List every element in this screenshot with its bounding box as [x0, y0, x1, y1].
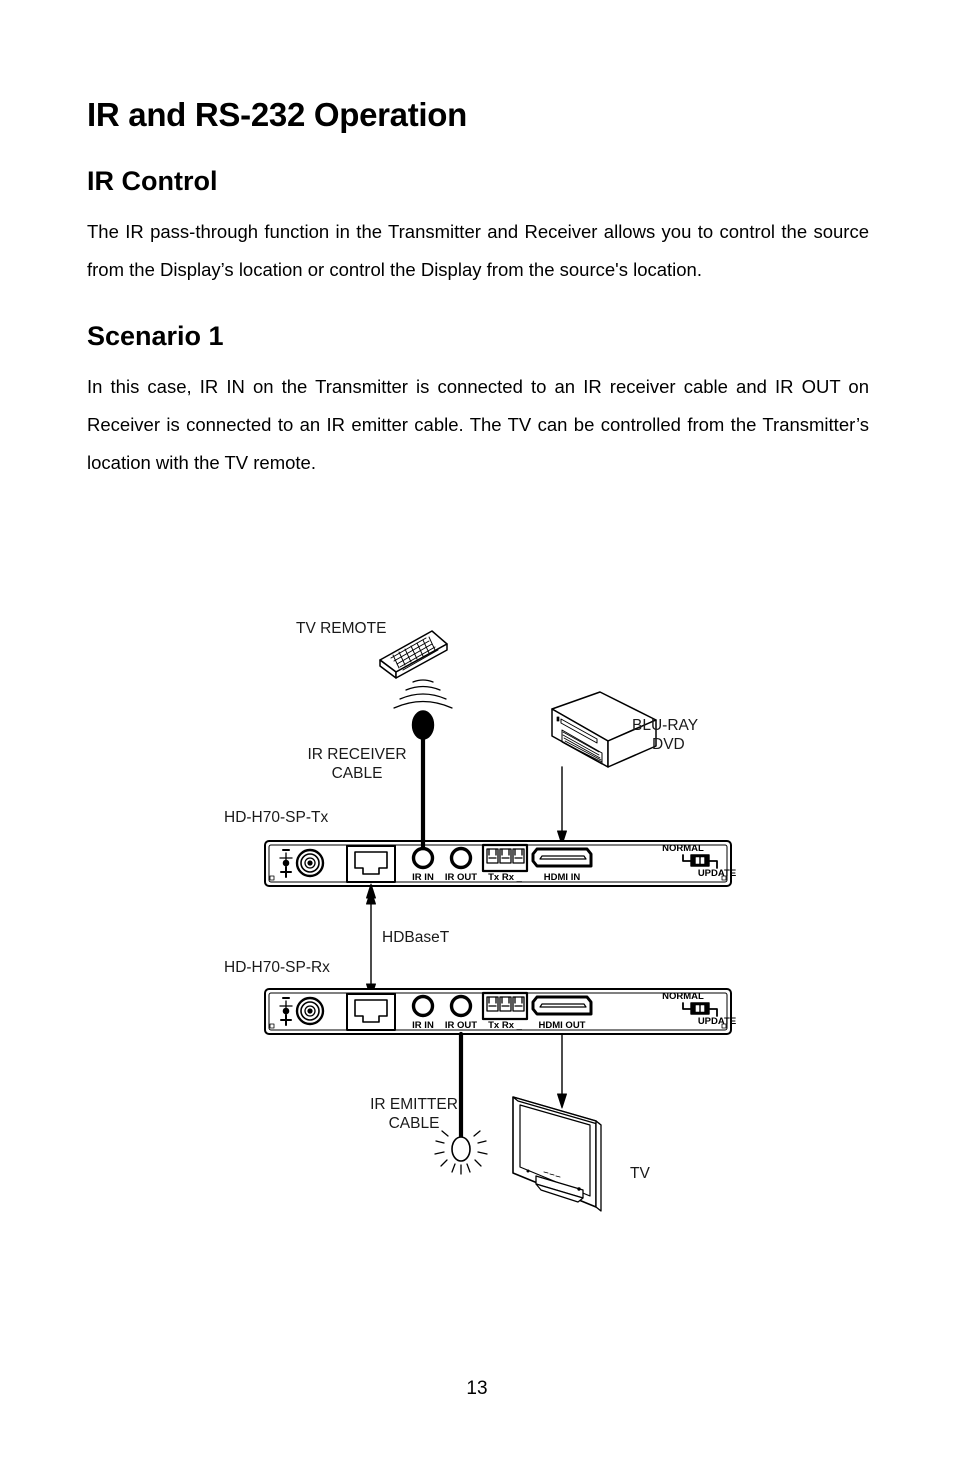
bluray-dvd-icon	[551, 691, 657, 846]
rx-switch-label-update: UPDATE	[698, 1016, 736, 1027]
rx-port-label-hdmi-out: HDMI OUT	[539, 1020, 586, 1031]
rx-switch-label-normal: NORMAL	[662, 991, 704, 1002]
rj45-port	[346, 845, 396, 883]
label-ir-receiver-cable-line2: CABLE	[331, 765, 383, 782]
rx-port-label-ir-in: IR IN	[412, 1020, 434, 1031]
rj45-port	[346, 993, 396, 1031]
dc-power-jack	[295, 996, 325, 1026]
tx-port-label-hdmi-in: HDMI IN	[544, 872, 581, 883]
page-content: IR and RS-232 Operation IR Control The I…	[87, 0, 869, 482]
tv-remote-icon	[379, 630, 448, 679]
document-page: IR and RS-232 Operation IR Control The I…	[0, 0, 954, 1475]
hdbaset-link-arrow	[366, 889, 376, 999]
tx-port-label-ir-in: IR IN	[412, 872, 434, 883]
section-heading-ir-control: IR Control	[87, 165, 218, 196]
scenario-1-diagram: IR IN IR OUT Tx Rx ‗ HDMI IN NORMAL UPDA…	[0, 600, 954, 1240]
rs232-terminal-port	[481, 843, 529, 873]
ir-in-port	[411, 994, 435, 1018]
page-title: IR and RS-232 Operation	[87, 96, 468, 133]
tx-switch-label-normal: NORMAL	[662, 843, 704, 854]
label-bluray-line1: BLU-RAY	[632, 717, 699, 734]
section-heading-scenario-1: Scenario 1	[87, 320, 224, 351]
tx-switch-label-update: UPDATE	[698, 868, 736, 879]
label-ir-emitter-cable-line1: IR EMITTER	[370, 1096, 458, 1113]
rx-port-label-ir-out: IR OUT	[445, 1020, 477, 1031]
label-receiver-model: HD-H70-SP-Rx	[224, 959, 330, 976]
rx-port-label-rs232: Tx Rx ‗	[488, 1020, 523, 1031]
diagram-canvas: IR IN IR OUT Tx Rx ‗ HDMI IN NORMAL UPDA…	[264, 630, 736, 1212]
tv-icon	[512, 1096, 602, 1212]
section-paragraph-scenario-1: In this case, IR IN on the Transmitter i…	[87, 376, 869, 474]
label-ir-receiver-cable-line1: IR RECEIVER	[307, 746, 407, 763]
ir-out-port	[449, 994, 473, 1018]
label-transmitter-model: HD-H70-SP-Tx	[224, 809, 329, 826]
section-paragraph-ir-control: The IR pass-through function in the Tran…	[87, 220, 869, 280]
ir-in-port	[411, 846, 435, 870]
tx-port-label-rs232: Tx Rx ‗	[488, 872, 523, 883]
hdmi-out-to-tv-arrow	[557, 1033, 567, 1109]
label-bluray-line2: DVD	[652, 736, 685, 753]
hdmi-in-port	[531, 847, 593, 868]
label-hdbaset-link: HDBaseT	[382, 929, 450, 946]
label-ir-emitter-cable-line2: CABLE	[388, 1115, 440, 1132]
dc-power-jack	[295, 848, 325, 878]
page-number: 13	[466, 1378, 488, 1399]
label-tv-remote: TV REMOTE	[296, 620, 387, 637]
ir-out-port	[449, 846, 473, 870]
ir-signal-waves	[393, 679, 453, 709]
rs232-terminal-port	[481, 991, 529, 1021]
label-tv: TV	[630, 1165, 650, 1182]
tx-port-label-ir-out: IR OUT	[445, 872, 477, 883]
hdmi-out-port	[531, 995, 593, 1016]
